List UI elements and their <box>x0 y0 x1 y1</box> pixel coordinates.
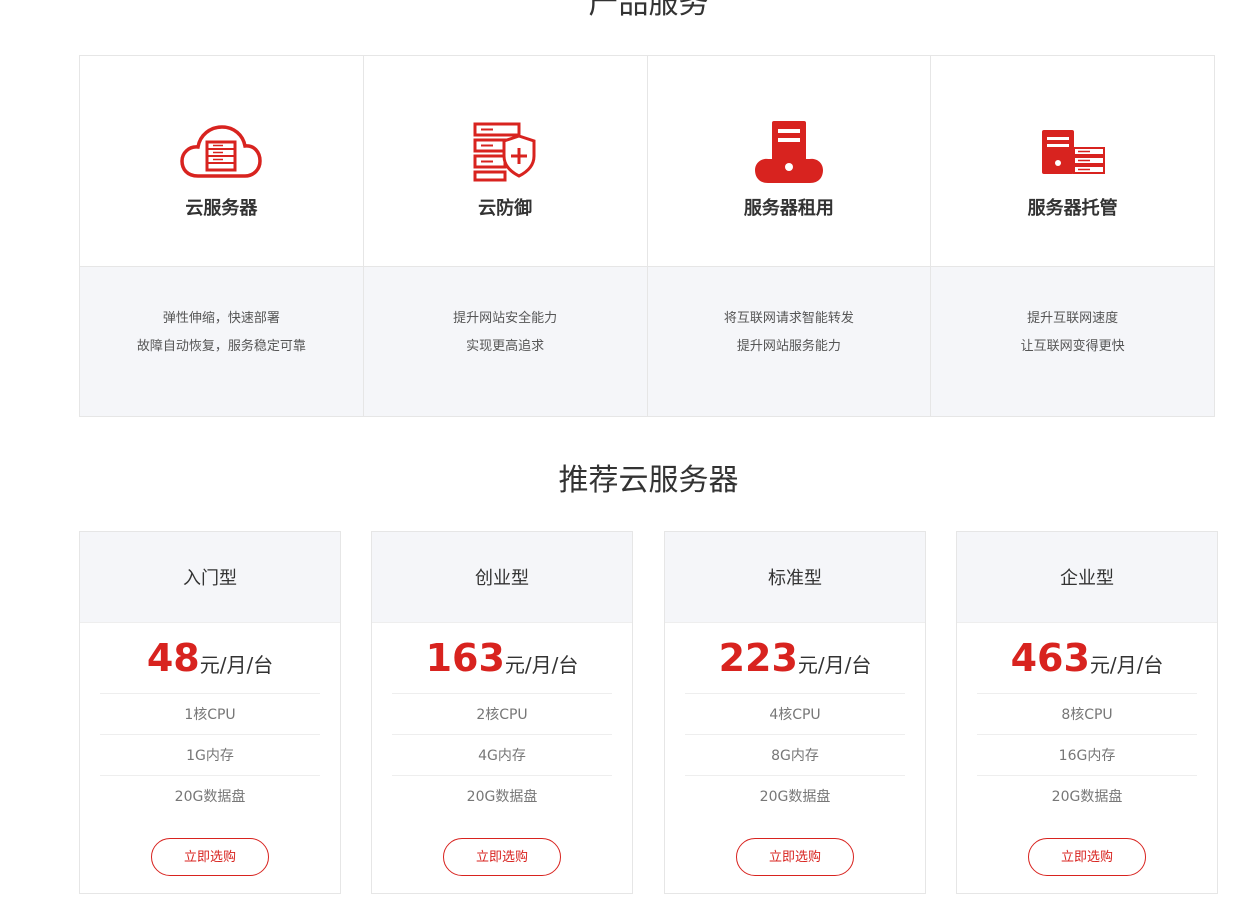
price-value: 223 <box>718 636 798 680</box>
product-desc-line: 故障自动恢复，服务稳定可靠 <box>136 339 306 354</box>
spec-disk: 20G数据盘 <box>466 789 538 805</box>
product-card-header: 云防御 <box>363 56 647 267</box>
plan-card-startup: 创业型 163 元/月/台 2核CPU 4G内存 20G数据盘 立即选购 <box>371 531 633 894</box>
spec-disk: 20G数据盘 <box>174 789 246 805</box>
plan-name: 创业型 <box>372 532 632 623</box>
spec-cpu: 1核CPU <box>100 694 320 735</box>
product-name: 服务器托管 <box>1027 198 1118 219</box>
plan-name: 企业型 <box>957 532 1217 623</box>
product-card-server-rental[interactable]: 服务器租用 将互联网请求智能转发 提升网站服务能力 <box>647 56 932 416</box>
product-desc-line: 提升网站安全能力 <box>453 311 558 326</box>
spec-cpu: 8核CPU <box>977 694 1197 735</box>
product-description: 提升互联网速度 让互联网变得更快 <box>931 267 1214 416</box>
product-desc-line: 将互联网请求智能转发 <box>723 311 854 326</box>
product-description: 将互联网请求智能转发 提升网站服务能力 <box>647 267 931 416</box>
product-card-cloud-defense[interactable]: 云防御 提升网站安全能力 实现更高追求 <box>363 56 648 416</box>
plan-card-standard: 标准型 223 元/月/台 4核CPU 8G内存 20G数据盘 立即选购 <box>664 531 926 894</box>
product-card-server-hosting[interactable]: 服务器托管 提升互联网速度 让互联网变得更快 <box>931 56 1214 416</box>
spec-disk: 20G数据盘 <box>1051 789 1123 805</box>
plan-price: 223 元/月/台 <box>685 623 905 694</box>
spec-memory: 8G内存 <box>685 735 905 776</box>
product-card-header: 服务器租用 <box>647 56 931 267</box>
plan-price: 163 元/月/台 <box>392 623 612 694</box>
price-unit: 元/月/台 <box>797 652 872 677</box>
spec-memory: 4G内存 <box>392 735 612 776</box>
price-unit: 元/月/台 <box>504 652 579 677</box>
price-value: 48 <box>146 636 200 680</box>
server-tower-icon <box>754 118 824 186</box>
spec-cpu: 4核CPU <box>685 694 905 735</box>
product-desc-line: 让互联网变得更快 <box>1020 339 1125 354</box>
buy-now-button[interactable]: 立即选购 <box>736 838 854 876</box>
product-card-header: 服务器托管 <box>931 56 1214 267</box>
plan-card-enterprise: 企业型 463 元/月/台 8核CPU 16G内存 20G数据盘 立即选购 <box>956 531 1218 894</box>
buy-now-button[interactable]: 立即选购 <box>443 838 561 876</box>
price-unit: 元/月/台 <box>199 652 274 677</box>
product-desc-line: 实现更高追求 <box>466 339 545 354</box>
shield-server-icon <box>473 118 537 186</box>
product-description: 提升网站安全能力 实现更高追求 <box>363 267 647 416</box>
product-desc-line: 提升互联网速度 <box>1027 311 1119 326</box>
product-name: 云防御 <box>478 198 533 219</box>
buy-now-button[interactable]: 立即选购 <box>151 838 269 876</box>
plan-name: 标准型 <box>665 532 925 623</box>
product-card-header: 云服务器 <box>80 56 363 267</box>
product-desc-line: 提升网站服务能力 <box>736 339 841 354</box>
product-name: 云服务器 <box>185 198 258 219</box>
price-unit: 元/月/台 <box>1089 652 1164 677</box>
products-section-title: 产品服务 <box>588 0 709 21</box>
plan-name: 入门型 <box>80 532 340 623</box>
product-description: 弹性伸缩，快速部署 故障自动恢复，服务稳定可靠 <box>80 267 363 416</box>
cloud-server-icon <box>180 118 263 186</box>
spec-cpu: 2核CPU <box>392 694 612 735</box>
price-value: 463 <box>1010 636 1090 680</box>
plan-card-starter: 入门型 48 元/月/台 1核CPU 1G内存 20G数据盘 立即选购 <box>79 531 341 894</box>
product-services-grid: 云服务器 弹性伸缩，快速部署 故障自动恢复，服务稳定可靠 云防御 提升网站安全能… <box>79 55 1215 417</box>
product-card-cloud-server[interactable]: 云服务器 弹性伸缩，快速部署 故障自动恢复，服务稳定可靠 <box>80 56 364 416</box>
price-value: 163 <box>425 636 505 680</box>
plan-price: 48 元/月/台 <box>100 623 320 694</box>
server-rack-icon <box>1040 118 1106 186</box>
product-name: 服务器租用 <box>743 198 834 219</box>
plan-price: 463 元/月/台 <box>977 623 1197 694</box>
spec-memory: 16G内存 <box>977 735 1197 776</box>
spec-memory: 1G内存 <box>100 735 320 776</box>
buy-now-button[interactable]: 立即选购 <box>1028 838 1146 876</box>
spec-disk: 20G数据盘 <box>759 789 831 805</box>
recommend-section-title: 推荐云服务器 <box>558 463 739 498</box>
product-desc-line: 弹性伸缩，快速部署 <box>162 311 280 326</box>
